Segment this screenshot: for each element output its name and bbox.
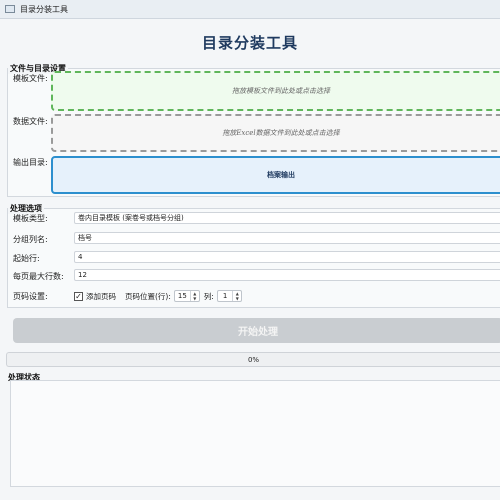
start-row-label: 起始行: xyxy=(13,254,40,263)
column-value: 1 xyxy=(222,292,228,300)
add-page-checkbox[interactable]: ✓ xyxy=(74,291,83,301)
max-rows-input[interactable]: 12 xyxy=(74,269,500,281)
column-label: 列: xyxy=(203,291,214,301)
template-file-label: 模板文件: xyxy=(13,74,48,83)
page-title: 目录分装工具 xyxy=(201,34,298,52)
files-group: 文件与目录设置 模板文件: 拖放模板文件到此处或点击选择 数据文件: 拖放Exc… xyxy=(7,63,500,197)
template-drop-hint: 拖放模板文件到此处或点击选择 xyxy=(232,87,330,95)
progress-text: 0% xyxy=(247,355,260,364)
status-log[interactable] xyxy=(10,380,500,487)
template-drop-zone[interactable]: 拖放模板文件到此处或点击选择 xyxy=(51,71,500,111)
template-type-select[interactable]: 卷内目录模板 (案卷号或档号分组) xyxy=(74,212,500,224)
output-dir-button[interactable]: 档案输出 xyxy=(51,156,500,194)
options-group: 处理选项 模板类型: 卷内目录模板 (案卷号或档号分组) 分组列名: 档号 起始… xyxy=(7,203,500,308)
data-file-label: 数据文件: xyxy=(13,117,48,126)
title-bar: 目录分装工具 xyxy=(0,0,500,19)
page-settings-label: 页码设置: xyxy=(13,292,48,301)
page-settings-row: ✓ 添加页码 页码位置(行): 15 ▲ ▼ 列: 1 ▲ ▼ xyxy=(74,290,246,302)
output-dir-label: 输出目录: xyxy=(13,158,48,167)
spin-arrows-icon[interactable]: ▲ ▼ xyxy=(189,291,199,301)
start-row-input[interactable]: 4 xyxy=(74,251,500,263)
data-drop-zone[interactable]: 拖放Excel数据文件到此处或点击选择 xyxy=(51,114,500,152)
template-type-value: 卷内目录模板 (案卷号或档号分组) xyxy=(78,214,184,222)
output-dir-value: 档案输出 xyxy=(267,170,295,179)
app-icon xyxy=(5,5,15,13)
add-page-label: 添加页码 xyxy=(86,291,116,301)
page-position-spinbox[interactable]: 15 ▲ ▼ xyxy=(173,290,200,302)
progress-bar: 0% xyxy=(6,352,500,367)
start-processing-button[interactable]: 开始处理 xyxy=(13,318,500,343)
template-type-label: 模板类型: xyxy=(13,214,48,223)
group-column-label: 分组列名: xyxy=(13,235,48,244)
data-drop-hint: 拖放Excel数据文件到此处或点击选择 xyxy=(222,129,340,137)
column-spinbox[interactable]: 1 ▲ ▼ xyxy=(216,290,243,302)
spin-arrows-icon[interactable]: ▲ ▼ xyxy=(232,291,241,301)
window-title: 目录分装工具 xyxy=(20,4,68,14)
group-column-input[interactable]: 档号 xyxy=(74,232,500,244)
page-position-label: 页码位置(行): xyxy=(125,291,171,301)
page-position-value: 15 xyxy=(177,292,187,300)
max-rows-label: 每页最大行数: xyxy=(13,272,64,281)
